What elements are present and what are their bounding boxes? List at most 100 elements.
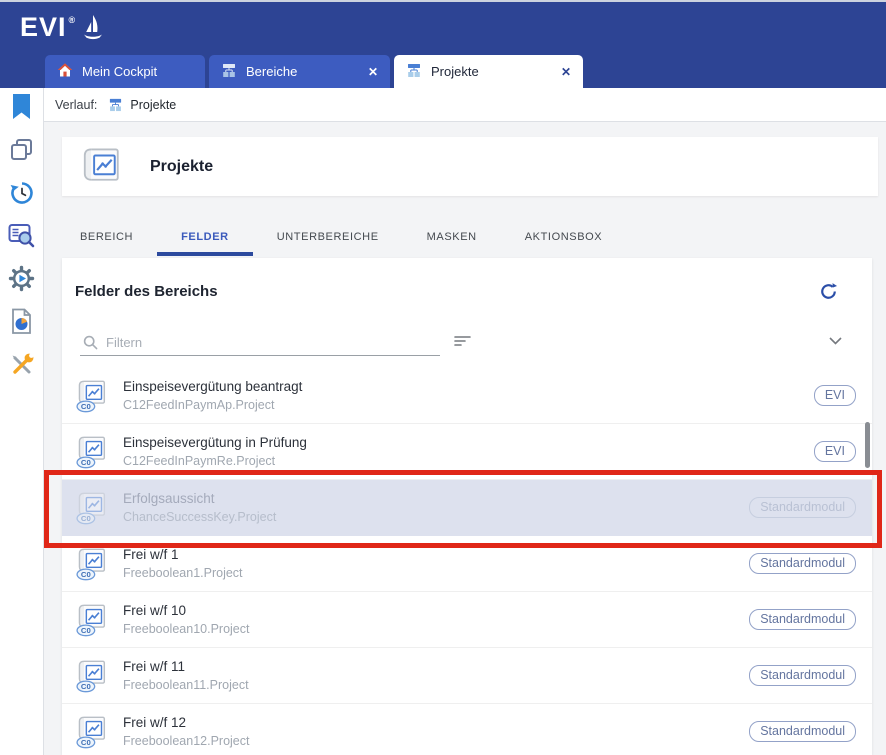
field-list: C0 Einspeisevergütung beantragt C12FeedI…: [62, 368, 872, 755]
tab-label: Bereiche: [246, 64, 297, 79]
section-tab-felder[interactable]: FELDER: [157, 218, 253, 256]
felder-card: Felder des Bereichs: [62, 258, 872, 755]
list-item[interactable]: C0 Frei w/f 1 Freeboolean1.Project Stand…: [62, 536, 872, 592]
sidebar-item-bookmarks[interactable]: [7, 94, 37, 124]
sidebar-item-search-panel[interactable]: [7, 223, 37, 253]
field-title: Einspeisevergütung beantragt: [123, 378, 302, 396]
field-text: Einspeisevergütung beantragt C12FeedInPa…: [123, 378, 302, 414]
field-text: Frei w/f 12 Freeboolean12.Project: [123, 714, 249, 750]
history-icon: [9, 180, 35, 211]
list-item[interactable]: C0 Frei w/f 11 Freeboolean11.Project Sta…: [62, 648, 872, 704]
section-tab-unterbereiche[interactable]: UNTERBEREICHE: [253, 218, 403, 256]
field-title: Frei w/f 12: [123, 714, 249, 732]
field-title: Erfolgsaussicht: [123, 490, 276, 508]
sidebar-item-automation[interactable]: [7, 266, 37, 296]
filter-field: [80, 330, 440, 356]
tab-bar: Mein Cockpit Bereiche ✕: [0, 55, 886, 88]
list-item[interactable]: C0 Einspeisevergütung in Prüfung C12Feed…: [62, 424, 872, 480]
bookmark-icon: [11, 93, 32, 125]
close-icon[interactable]: ✕: [368, 65, 378, 79]
org-chart-icon: [108, 98, 123, 112]
field-text: Frei w/f 10 Freeboolean10.Project: [123, 602, 249, 638]
document-pie-icon: [10, 308, 33, 340]
tools-icon: [9, 352, 35, 383]
sort-button[interactable]: [453, 334, 473, 349]
page-title: Projekte: [150, 158, 213, 176]
field-type-badge: C0: [81, 682, 91, 691]
sailboat-icon: [78, 12, 105, 48]
section-tab-masken[interactable]: MASKEN: [403, 218, 501, 256]
sidebar-item-report[interactable]: [7, 309, 37, 339]
refresh-button[interactable]: [819, 282, 838, 301]
field-chart-icon: C0: [75, 547, 110, 581]
field-text: Frei w/f 1 Freeboolean1.Project: [123, 546, 243, 582]
field-chart-icon: C0: [75, 491, 110, 525]
list-item[interactable]: C0 Erfolgsaussicht ChanceSuccessKey.Proj…: [62, 480, 872, 536]
field-title: Frei w/f 11: [123, 658, 249, 676]
scrollbar-thumb[interactable]: [865, 422, 870, 468]
field-id: Freeboolean11.Project: [123, 677, 249, 694]
app-logo: EVI®: [20, 12, 105, 48]
main-content: Projekte BEREICH FELDER UNTERBEREICHE MA…: [44, 122, 886, 755]
field-id: C12FeedInPaymAp.Project: [123, 397, 302, 414]
section-tab-aktionsbox[interactable]: AKTIONSBOX: [501, 218, 627, 256]
field-id: Freeboolean10.Project: [123, 621, 249, 638]
module-badge: EVI: [814, 385, 856, 406]
breadcrumb-item-projekte[interactable]: Projekte: [130, 98, 176, 112]
field-chart-icon: C0: [75, 379, 110, 413]
field-type-badge: C0: [81, 626, 91, 635]
module-badge: Standardmodul: [749, 665, 856, 686]
module-badge: Standardmodul: [749, 497, 856, 518]
sidebar-item-tools[interactable]: [7, 352, 37, 382]
breadcrumb: Verlauf: Projekte: [44, 88, 886, 122]
field-title: Frei w/f 10: [123, 602, 249, 620]
field-type-badge: C0: [81, 458, 91, 467]
close-icon[interactable]: ✕: [561, 65, 571, 79]
field-type-badge: C0: [81, 738, 91, 747]
field-chart-icon: C0: [75, 659, 110, 693]
app-window: EVI® Mein Cockpit: [0, 0, 886, 755]
list-item[interactable]: C0 Frei w/f 10 Freeboolean10.Project Sta…: [62, 592, 872, 648]
page-banner: Projekte: [62, 137, 878, 196]
module-badge: Standardmodul: [749, 721, 856, 742]
field-text: Frei w/f 11 Freeboolean11.Project: [123, 658, 249, 694]
field-type-badge: C0: [81, 514, 91, 523]
sidebar-item-windows[interactable]: [7, 137, 37, 167]
search-icon: [83, 335, 98, 350]
card-title: Felder des Bereichs: [75, 283, 218, 300]
chevron-down-icon[interactable]: [829, 337, 842, 345]
sidebar-item-history[interactable]: [7, 180, 37, 210]
filter-input[interactable]: [106, 335, 440, 350]
list-item[interactable]: C0 Frei w/f 12 Freeboolean12.Project Sta…: [62, 704, 872, 755]
registered-mark: ®: [69, 15, 77, 25]
field-id: Freeboolean1.Project: [123, 565, 243, 582]
field-type-badge: C0: [81, 402, 91, 411]
section-tab-bereich[interactable]: BEREICH: [56, 218, 157, 256]
tab-projekte[interactable]: Projekte ✕: [394, 55, 583, 88]
field-chart-icon: C0: [75, 715, 110, 749]
left-sidebar: [0, 88, 44, 755]
field-text: Einspeisevergütung in Prüfung C12FeedInP…: [123, 434, 307, 470]
field-title: Frei w/f 1: [123, 546, 243, 564]
tab-label: Projekte: [431, 64, 479, 79]
org-chart-icon: [221, 63, 237, 81]
panel-search-icon: [8, 223, 35, 253]
module-badge: Standardmodul: [749, 609, 856, 630]
list-item[interactable]: C0 Einspeisevergütung beantragt C12FeedI…: [62, 368, 872, 424]
module-badge: Standardmodul: [749, 553, 856, 574]
field-chart-icon: C0: [75, 435, 110, 469]
org-chart-icon: [406, 63, 422, 81]
section-tab-bar: BEREICH FELDER UNTERBEREICHE MASKEN AKTI…: [56, 218, 626, 256]
field-text: Erfolgsaussicht ChanceSuccessKey.Project: [123, 490, 276, 526]
gear-play-icon: [8, 265, 35, 297]
tab-bereiche[interactable]: Bereiche ✕: [209, 55, 390, 88]
field-id: Freeboolean12.Project: [123, 733, 249, 750]
tab-mein-cockpit[interactable]: Mein Cockpit: [45, 55, 205, 88]
tab-label: Mein Cockpit: [82, 64, 157, 79]
chart-document-icon: [80, 147, 124, 187]
field-title: Einspeisevergütung in Prüfung: [123, 434, 307, 452]
field-id: C12FeedInPaymRe.Project: [123, 453, 307, 470]
home-icon: [57, 62, 73, 81]
module-badge: EVI: [814, 441, 856, 462]
field-chart-icon: C0: [75, 603, 110, 637]
